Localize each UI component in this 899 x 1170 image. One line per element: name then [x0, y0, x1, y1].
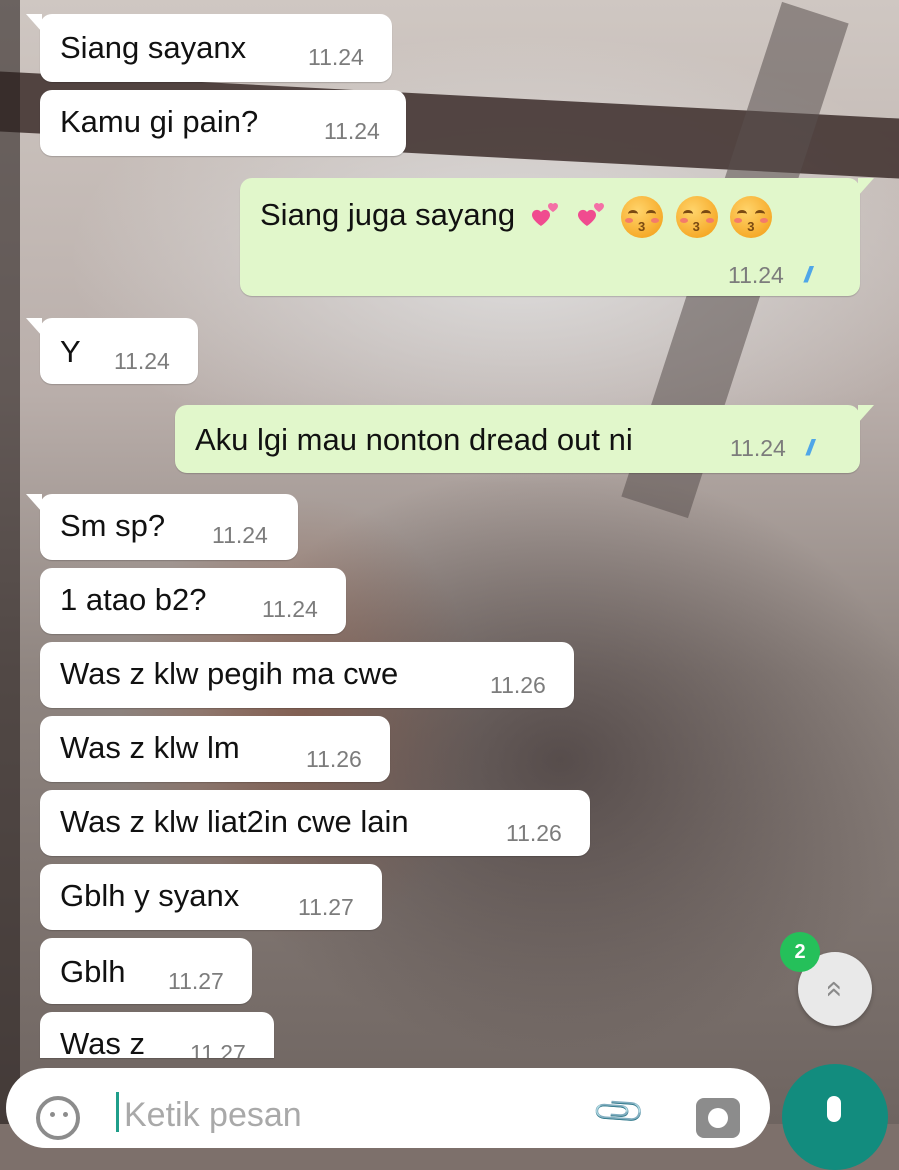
message-text: Was z klw lm [60, 730, 240, 765]
incoming-message[interactable]: Y 11.24 [26, 318, 198, 384]
emoji-icon[interactable] [36, 1096, 80, 1140]
message-text: Siang sayanx [60, 30, 247, 65]
message-composer: 📎 [6, 1068, 770, 1148]
message-text-content: Siang juga sayang [260, 197, 516, 233]
incoming-message[interactable]: Gblh y syanx 11.27 [40, 864, 382, 930]
message-text: Siang juga sayang 3 3 3 [260, 196, 773, 238]
incoming-message[interactable]: Sm sp? 11.24 [26, 494, 298, 560]
message-text: 1 atao b2? [60, 582, 207, 617]
kissing-face-icon: 3 [675, 196, 718, 238]
incoming-message[interactable]: Was z klw pegih ma cwe 11.26 [40, 642, 574, 708]
incoming-message[interactable]: Was z 11.27 [40, 1012, 274, 1058]
message-text: Gblh y syanx [60, 878, 240, 913]
incoming-message[interactable]: Gblh 11.27 [40, 938, 252, 1004]
text-cursor [116, 1092, 119, 1132]
double-chevron-down-icon: « [819, 980, 852, 998]
incoming-message[interactable]: 1 atao b2? 11.24 [40, 568, 346, 634]
two-hearts-icon [526, 201, 562, 233]
message-time: 11.24 [262, 596, 318, 622]
kissing-face-icon: 3 [730, 196, 773, 238]
microphone-icon [827, 1096, 841, 1122]
message-text: Kamu gi pain? [60, 104, 259, 139]
message-input[interactable] [124, 1096, 524, 1135]
message-time: 11.27 [298, 894, 354, 920]
kissing-face-icon: 3 [620, 196, 663, 238]
message-text: Was z [60, 1026, 145, 1058]
camera-icon[interactable] [696, 1098, 740, 1138]
paperclip-icon[interactable]: 📎 [590, 1083, 648, 1141]
message-text: Y [60, 334, 81, 369]
incoming-message[interactable]: Kamu gi pain? 11.24 [40, 90, 406, 156]
message-time: 11.26 [490, 672, 546, 698]
message-time: 11.27 [190, 1040, 246, 1058]
incoming-message[interactable]: Siang sayanx 11.24 [26, 14, 392, 82]
outgoing-message[interactable]: Siang juga sayang 3 3 3 11.24 // [240, 178, 874, 296]
message-time: 11.27 [168, 968, 224, 994]
message-time: 11.24 [730, 435, 786, 461]
message-time: 11.26 [306, 746, 362, 772]
message-time: 11.24 [728, 262, 784, 288]
message-time: 11.24 [308, 44, 364, 70]
message-text: Was z klw pegih ma cwe [60, 656, 399, 691]
message-text: Aku lgi mau nonton dread out ni [195, 422, 633, 457]
voice-message-button[interactable] [782, 1064, 888, 1170]
incoming-message[interactable]: Was z klw liat2in cwe lain 11.26 [40, 790, 590, 856]
message-text: Was z klw liat2in cwe lain [60, 804, 409, 839]
unread-count-badge: 2 [780, 932, 820, 972]
message-time: 11.24 [212, 522, 268, 548]
message-time: 11.24 [324, 118, 380, 144]
message-text: Sm sp? [60, 508, 166, 543]
incoming-message[interactable]: Was z klw lm 11.26 [40, 716, 390, 782]
message-time: 11.26 [506, 820, 562, 846]
message-text: Gblh [60, 954, 126, 989]
two-hearts-icon [572, 201, 608, 233]
outgoing-message[interactable]: Aku lgi mau nonton dread out ni 11.24 // [175, 405, 874, 473]
message-time: 11.24 [114, 348, 170, 374]
